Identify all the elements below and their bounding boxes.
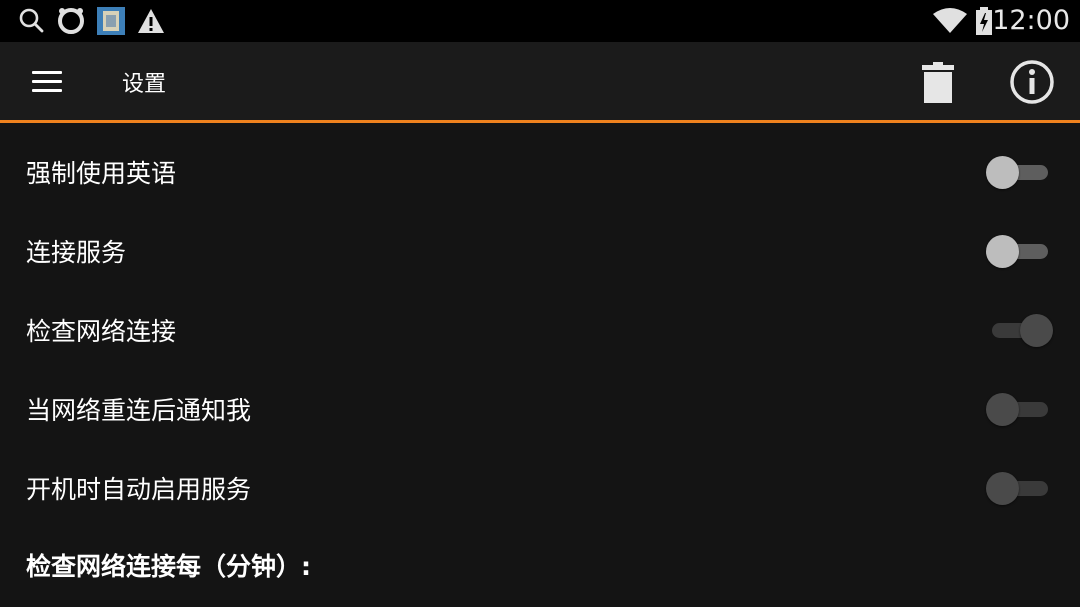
setting-connect-service[interactable]: 连接服务 bbox=[0, 211, 1080, 290]
status-bar: 12:00 bbox=[0, 0, 1080, 42]
app-bar: 设置 bbox=[0, 42, 1080, 120]
setting-check-network: 检查网络连接 bbox=[0, 290, 1080, 369]
setting-label: 连接服务 bbox=[26, 237, 127, 267]
app-thumbnail-icon bbox=[97, 7, 125, 35]
battery-charging-icon bbox=[976, 7, 992, 35]
start-on-boot-switch bbox=[986, 469, 1056, 507]
setting-label: 开机时自动启用服务 bbox=[26, 474, 252, 504]
notify-reconnect-switch bbox=[986, 390, 1056, 428]
setting-label: 检查网络连接 bbox=[26, 316, 177, 346]
check-network-switch bbox=[986, 311, 1056, 349]
delete-icon bbox=[922, 62, 954, 103]
setting-label: 强制使用英语 bbox=[26, 158, 177, 188]
wifi-icon bbox=[933, 8, 967, 33]
setting-notify-reconnect: 当网络重连后通知我 bbox=[0, 369, 1080, 448]
status-clock: 12:00 bbox=[992, 5, 1070, 36]
delete-button[interactable] bbox=[912, 56, 964, 108]
force-english-switch[interactable] bbox=[986, 153, 1056, 191]
menu-button[interactable] bbox=[22, 58, 72, 104]
app-bar-accent-line bbox=[0, 120, 1080, 123]
check-interval-section-header: 检查网络连接每（分钟）: bbox=[26, 552, 311, 581]
info-icon bbox=[1010, 60, 1054, 104]
search-icon bbox=[19, 8, 44, 33]
setting-force-english[interactable]: 强制使用英语 bbox=[0, 132, 1080, 211]
info-button[interactable] bbox=[1006, 56, 1058, 108]
circle-logo-icon bbox=[58, 8, 84, 34]
warning-icon bbox=[138, 9, 164, 33]
connect-service-switch[interactable] bbox=[986, 232, 1056, 270]
page-title: 设置 bbox=[122, 72, 167, 97]
setting-start-on-boot: 开机时自动启用服务 bbox=[0, 448, 1080, 527]
setting-label: 当网络重连后通知我 bbox=[26, 395, 252, 425]
